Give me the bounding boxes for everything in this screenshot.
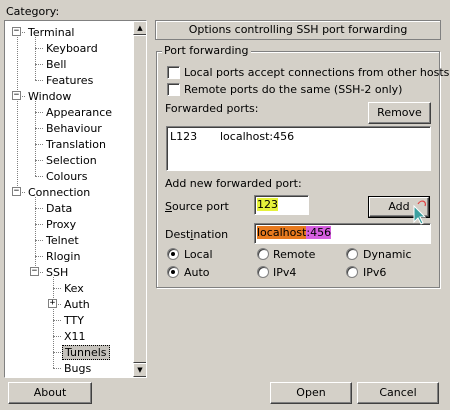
tree-line: [35, 112, 43, 113]
radio-ipv6[interactable]: [346, 266, 358, 278]
tree-line: [35, 256, 43, 257]
local-accept-label: Local ports accept connections from othe…: [184, 66, 450, 79]
destination-accelerator: i: [190, 228, 194, 241]
scroll-up-button[interactable]: ▲: [133, 21, 146, 35]
forwarded-ports-list[interactable]: L123 localhost:456: [166, 126, 431, 171]
remove-button[interactable]: Remove: [368, 102, 431, 124]
forwarded-ports-label: Forwarded ports:: [165, 102, 259, 115]
tree-item-telnet[interactable]: Telnet: [44, 233, 81, 248]
tree-line: [35, 208, 43, 209]
radio-remote[interactable]: [257, 248, 269, 260]
tree-item-colours[interactable]: Colours: [44, 169, 89, 184]
cancel-button[interactable]: Cancel: [357, 382, 439, 404]
tree-line: [35, 176, 43, 177]
panel-header: Options controlling SSH port forwarding: [155, 20, 441, 40]
tree-line: [35, 224, 43, 225]
radio-local-dot: [171, 252, 175, 256]
tree-line: [35, 37, 36, 80]
source-port-label: Source port: [165, 200, 229, 213]
local-accept-checkbox[interactable]: [167, 66, 180, 79]
radio-ipv4-label: IPv4: [273, 266, 297, 279]
tree-scrollbar[interactable]: ▲ ▼: [133, 21, 146, 377]
collapse-icon[interactable]: −: [12, 91, 21, 100]
tree-item-features[interactable]: Features: [44, 73, 95, 88]
expand-icon[interactable]: +: [48, 299, 57, 308]
tree-item-tunnels[interactable]: Tunnels: [62, 345, 110, 360]
category-tree[interactable]: − Terminal Keyboard Bell Features − Window Appe…: [4, 20, 147, 378]
tree-item-kex[interactable]: Kex: [62, 281, 86, 296]
tree-line: [35, 48, 43, 49]
tree-line: [35, 144, 43, 145]
radio-remote-label: Remote: [273, 248, 316, 261]
radio-auto-label: Auto: [184, 266, 210, 279]
radio-local-label: Local: [184, 248, 213, 261]
collapse-icon[interactable]: −: [30, 267, 39, 276]
tree-line: [53, 277, 54, 368]
tree-item-terminal[interactable]: Terminal: [26, 25, 77, 40]
forwarded-source[interactable]: L123: [170, 130, 220, 143]
tree-line: [17, 32, 18, 192]
radio-ipv4[interactable]: [257, 266, 269, 278]
tree-item-bugs[interactable]: Bugs: [62, 361, 93, 376]
tree-item-translation[interactable]: Translation: [44, 137, 108, 152]
source-port-input[interactable]: 123: [254, 195, 309, 215]
radio-local[interactable]: [167, 248, 179, 260]
tree-item-behaviour[interactable]: Behaviour: [44, 121, 104, 136]
radio-dynamic[interactable]: [346, 248, 358, 260]
remote-same-label: Remote ports do the same (SSH-2 only): [184, 83, 403, 96]
tree-item-connection[interactable]: Connection: [26, 185, 92, 200]
tree-content: − Terminal Keyboard Bell Features − Window Appe…: [5, 21, 133, 377]
tree-item-x11[interactable]: X11: [62, 329, 88, 344]
source-port-accelerator: S: [165, 200, 172, 213]
collapse-icon[interactable]: −: [12, 27, 21, 36]
forwarded-dest[interactable]: localhost:456: [220, 130, 294, 143]
tree-item-tty[interactable]: TTY: [62, 313, 86, 328]
tree-line: [53, 368, 61, 369]
radio-auto-dot: [171, 270, 175, 274]
radio-auto[interactable]: [167, 266, 179, 278]
tree-line: [35, 80, 43, 81]
scroll-thumb[interactable]: [133, 35, 146, 363]
tree-item-selection[interactable]: Selection: [44, 153, 99, 168]
tree-line: [35, 64, 43, 65]
tree-line: [53, 320, 61, 321]
tree-line: [53, 336, 61, 337]
mouse-cursor-icon: [413, 200, 427, 225]
open-button[interactable]: Open: [270, 382, 352, 404]
tree-line: [53, 288, 61, 289]
tree-item-appearance[interactable]: Appearance: [44, 105, 114, 120]
destination-host: localhost: [257, 226, 307, 239]
tree-item-ssh[interactable]: SSH: [44, 265, 70, 280]
destination-input[interactable]: localhost:456: [254, 223, 431, 244]
radio-dynamic-label: Dynamic: [363, 248, 412, 261]
category-label: Category:: [6, 5, 60, 18]
source-port-value: 123: [257, 198, 278, 211]
tree-line: [35, 160, 43, 161]
group-title: Port forwarding: [162, 44, 251, 57]
tree-line: [35, 128, 43, 129]
tree-item-window[interactable]: Window: [26, 89, 73, 104]
about-button[interactable]: About: [8, 382, 92, 404]
scroll-down-button[interactable]: ▼: [133, 363, 146, 377]
tree-item-rlogin[interactable]: Rlogin: [44, 249, 82, 264]
collapse-icon[interactable]: −: [12, 187, 21, 196]
remote-same-checkbox[interactable]: [167, 83, 180, 96]
tree-item-proxy[interactable]: Proxy: [44, 217, 78, 232]
radio-ipv6-label: IPv6: [363, 266, 387, 279]
tree-item-keyboard[interactable]: Keyboard: [44, 41, 100, 56]
tree-item-bell[interactable]: Bell: [44, 57, 68, 72]
tree-item-auth[interactable]: Auth: [62, 297, 92, 312]
destination-label: Destination: [165, 228, 229, 241]
tree-item-data[interactable]: Data: [44, 201, 74, 216]
destination-port: :456: [306, 226, 332, 239]
add-new-port-label: Add new forwarded port:: [165, 177, 302, 190]
tree-line: [53, 352, 61, 353]
tree-line: [35, 240, 43, 241]
